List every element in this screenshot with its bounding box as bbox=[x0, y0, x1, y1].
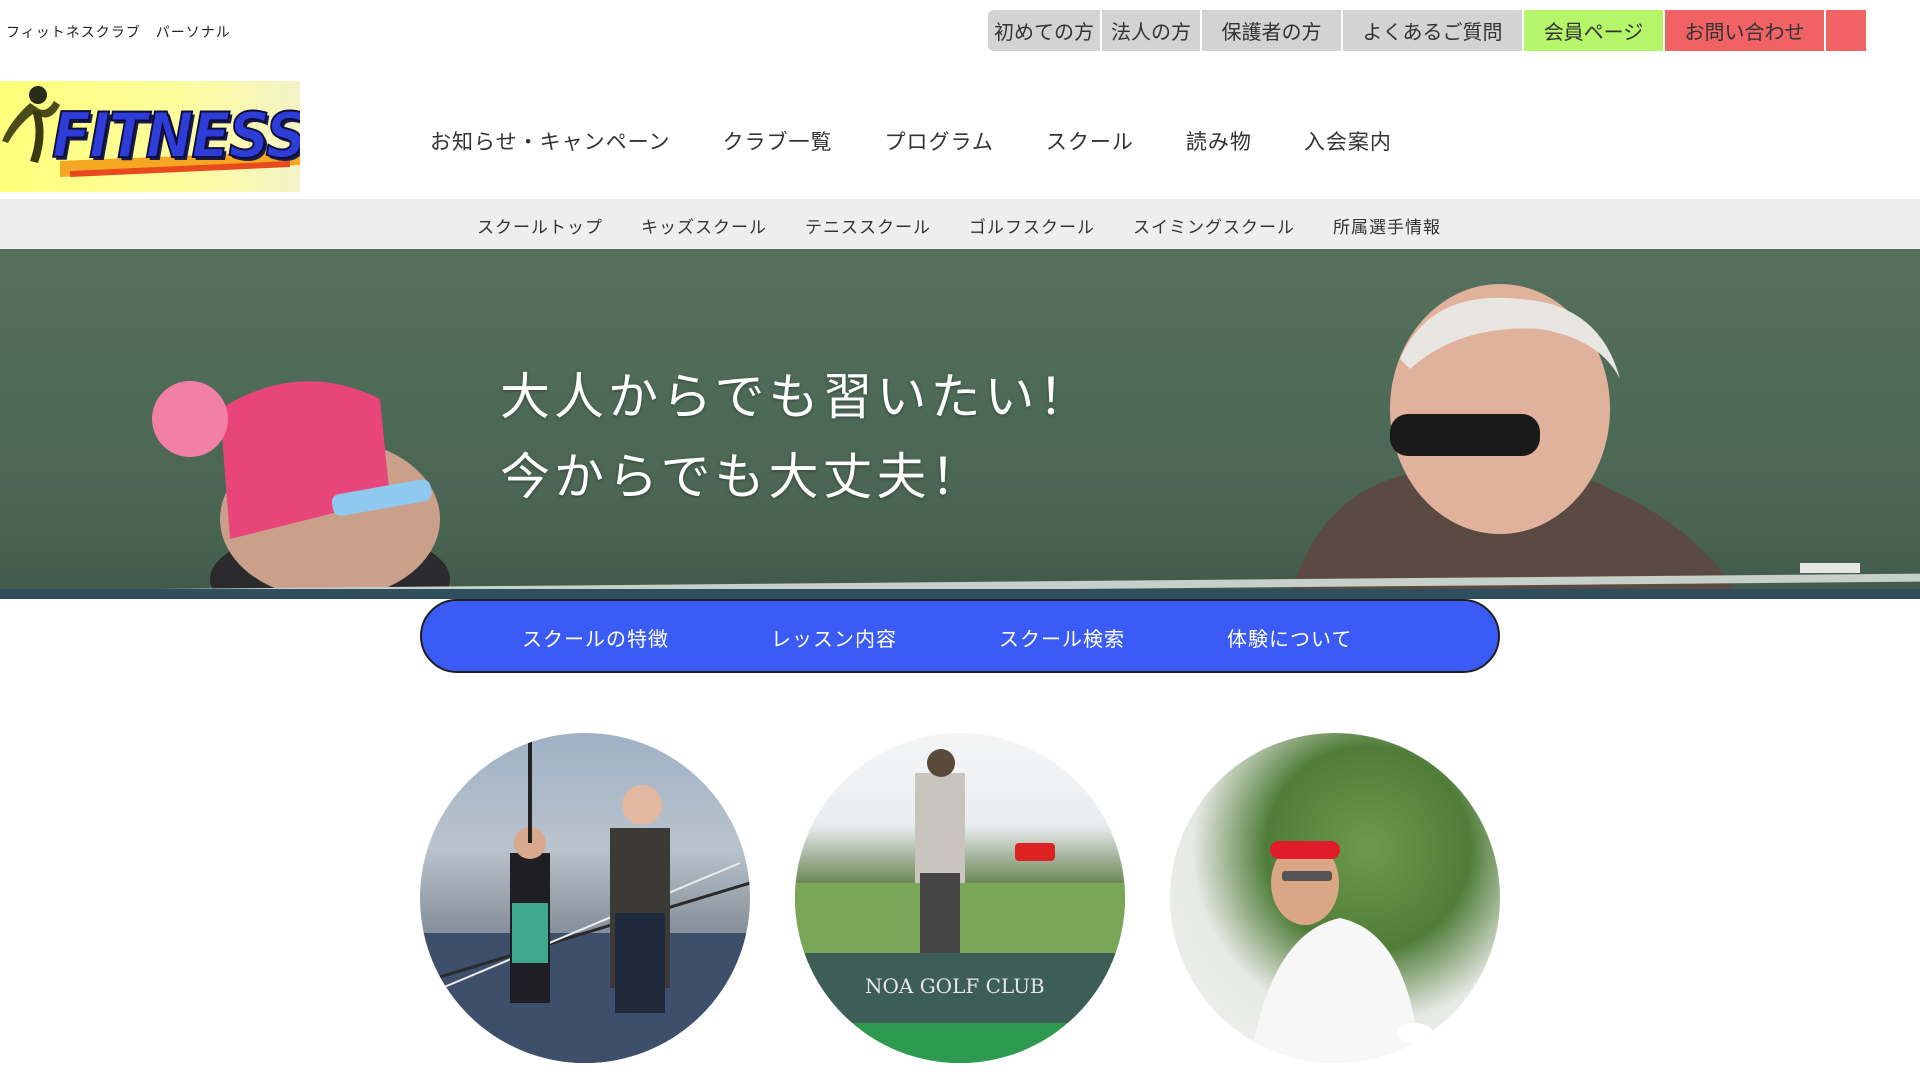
tennis-photo bbox=[420, 733, 750, 1063]
nav-reading[interactable]: 読み物 bbox=[1186, 126, 1252, 156]
hero-heading-line-1: 大人からでも習いたい！ bbox=[500, 368, 1093, 426]
subnav-swimming-school[interactable]: スイミングスクール bbox=[1133, 213, 1295, 238]
nav-club-list[interactable]: クラブ一覧 bbox=[723, 126, 833, 156]
anchor-school-search[interactable]: スクール検索 bbox=[999, 623, 1125, 652]
subnav-athletes-info[interactable]: 所属選手情報 bbox=[1333, 213, 1441, 238]
nav-program[interactable]: プログラム bbox=[885, 126, 994, 156]
util-link-contact[interactable]: お問い合わせ bbox=[1665, 10, 1826, 51]
site-logo[interactable]: FITNESS bbox=[0, 81, 300, 192]
hero-heading: 大人からでも習いたい！ 今からでも大丈夫！ bbox=[500, 357, 1093, 517]
golf-photo: NOA GOLF CLUB bbox=[795, 749, 1125, 1063]
golf-photo-circle[interactable]: NOA GOLF CLUB bbox=[795, 733, 1125, 1063]
util-link-member-page[interactable]: 会員ページ bbox=[1524, 10, 1665, 51]
subnav-school-top[interactable]: スクールトップ bbox=[477, 213, 603, 238]
util-nav-end-cap bbox=[1826, 10, 1866, 51]
util-link-faq[interactable]: よくあるご質問 bbox=[1343, 10, 1524, 51]
anchor-lesson-content[interactable]: レッスン内容 bbox=[771, 623, 897, 652]
util-link-first-time[interactable]: 初めての方 bbox=[988, 10, 1102, 51]
golf-club-sign: NOA GOLF CLUB bbox=[865, 974, 1045, 998]
subnav-kids-school[interactable]: キッズスクール bbox=[641, 213, 767, 238]
hero-banner: 大人からでも習いたい！ 今からでも大丈夫！ bbox=[0, 249, 1920, 599]
main-nav: お知らせ・キャンペーン クラブ一覧 プログラム スクール 読み物 入会案内 bbox=[430, 126, 1444, 156]
anchor-school-features[interactable]: スクールの特徴 bbox=[522, 623, 669, 652]
anchor-trial-info[interactable]: 体験について bbox=[1227, 623, 1352, 652]
utility-nav: 初めての方 法人の方 保護者の方 よくあるご質問 会員ページ お問い合わせ bbox=[988, 10, 1866, 51]
hero-heading-line-2: 今からでも大丈夫！ bbox=[500, 448, 985, 506]
court-surface bbox=[0, 589, 1920, 599]
site-tagline: フィットネスクラブ パーソナル bbox=[6, 25, 231, 41]
school-sub-nav: スクールトップ キッズスクール テニススクール ゴルフスクール スイミングスクー… bbox=[0, 199, 1920, 249]
senior-player-photo bbox=[1250, 841, 1433, 1063]
subnav-tennis-school[interactable]: テニススクール bbox=[805, 213, 931, 238]
nav-membership-info[interactable]: 入会案内 bbox=[1304, 126, 1392, 156]
subnav-golf-school[interactable]: ゴルフスクール bbox=[969, 213, 1095, 238]
school-anchor-nav: スクールの特徴 レッスン内容 スクール検索 体験について bbox=[420, 599, 1500, 673]
logo-wordmark: FITNESS bbox=[51, 98, 300, 173]
senior-player-photo-circle[interactable] bbox=[1170, 733, 1500, 1063]
nav-news-campaign[interactable]: お知らせ・キャンペーン bbox=[430, 126, 671, 156]
nav-school[interactable]: スクール bbox=[1046, 126, 1134, 156]
tennis-photo-circle[interactable] bbox=[420, 733, 750, 1063]
util-link-corporate[interactable]: 法人の方 bbox=[1102, 10, 1202, 51]
util-link-guardians[interactable]: 保護者の方 bbox=[1202, 10, 1343, 51]
